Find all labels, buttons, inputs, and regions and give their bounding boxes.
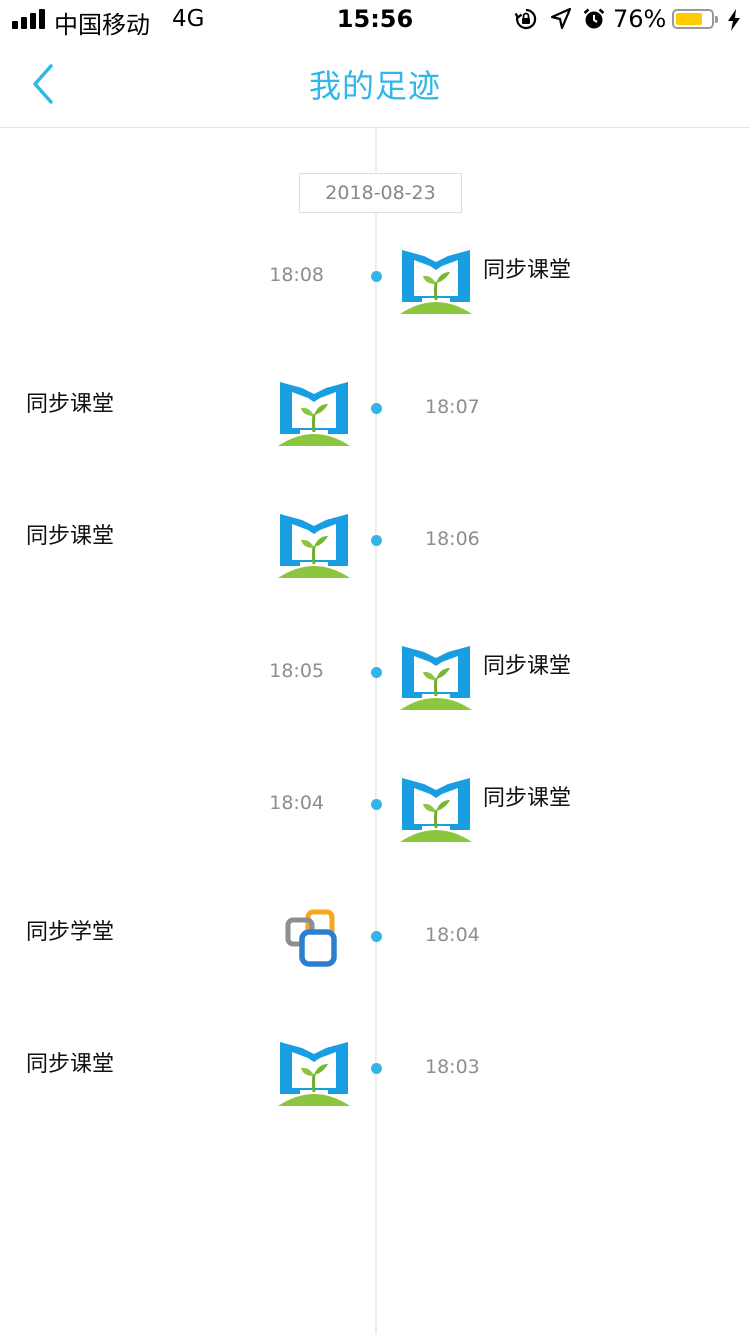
tongbu-ketang-icon[interactable] [278,380,350,446]
page-title: 我的足迹 [308,67,441,105]
date-badge: 2018-08-23 [299,173,462,213]
entry-time: 18:05 [269,660,324,682]
entry-time: 18:03 [425,1056,480,1078]
timeline-dot [371,799,382,810]
location-icon [550,7,572,30]
tongbu-ketang-icon[interactable] [400,776,472,842]
tongbu-xuetang-icon[interactable] [278,908,350,974]
tongbu-ketang-icon[interactable] [278,512,350,578]
tongbu-ketang-icon[interactable] [400,248,472,314]
timeline-entry: 18:07 同步课堂 [0,382,750,474]
battery-level-fill [676,13,702,25]
tongbu-ketang-icon[interactable] [278,1040,350,1106]
charging-icon [728,9,740,31]
entry-app-name[interactable]: 同步课堂 [26,1046,114,1078]
entry-app-name[interactable]: 同步课堂 [483,252,571,284]
entry-time: 18:06 [425,528,480,550]
nav-bar: 我的足迹 [0,40,750,128]
timeline-dot [371,403,382,414]
entry-app-name[interactable]: 同步课堂 [483,780,571,812]
entry-app-name[interactable]: 同步课堂 [26,518,114,550]
entry-app-name[interactable]: 同步课堂 [26,386,114,418]
timeline-dot [371,271,382,282]
timeline-entry: 18:05 同步课堂 [0,646,750,738]
timeline-dot [371,1063,382,1074]
timeline-entry: 18:06 同步课堂 [0,514,750,606]
entry-time: 18:04 [425,924,480,946]
battery-icon [672,9,718,29]
timeline-entry: 18:04 同步学堂 [0,909,750,1002]
entry-time: 18:07 [425,396,480,418]
battery-percent: 76% [613,5,667,33]
orientation-lock-icon [514,8,537,30]
timeline-entry: 18:03 同步课堂 [0,1042,750,1134]
timeline-entry: 18:04 同步课堂 [0,778,750,870]
entry-time: 18:04 [269,792,324,814]
entry-app-name[interactable]: 同步课堂 [483,648,571,680]
timeline-entry: 18:08 同步课堂 [0,250,750,342]
alarm-icon [583,8,605,29]
tongbu-ketang-icon[interactable] [400,644,472,710]
entry-time: 18:08 [269,264,324,286]
timeline-dot [371,667,382,678]
entry-app-name[interactable]: 同步学堂 [26,914,114,946]
timeline-dot [371,535,382,546]
timeline-dot [371,931,382,942]
status-bar: 中国移动 4G 15:56 76% [0,0,750,40]
